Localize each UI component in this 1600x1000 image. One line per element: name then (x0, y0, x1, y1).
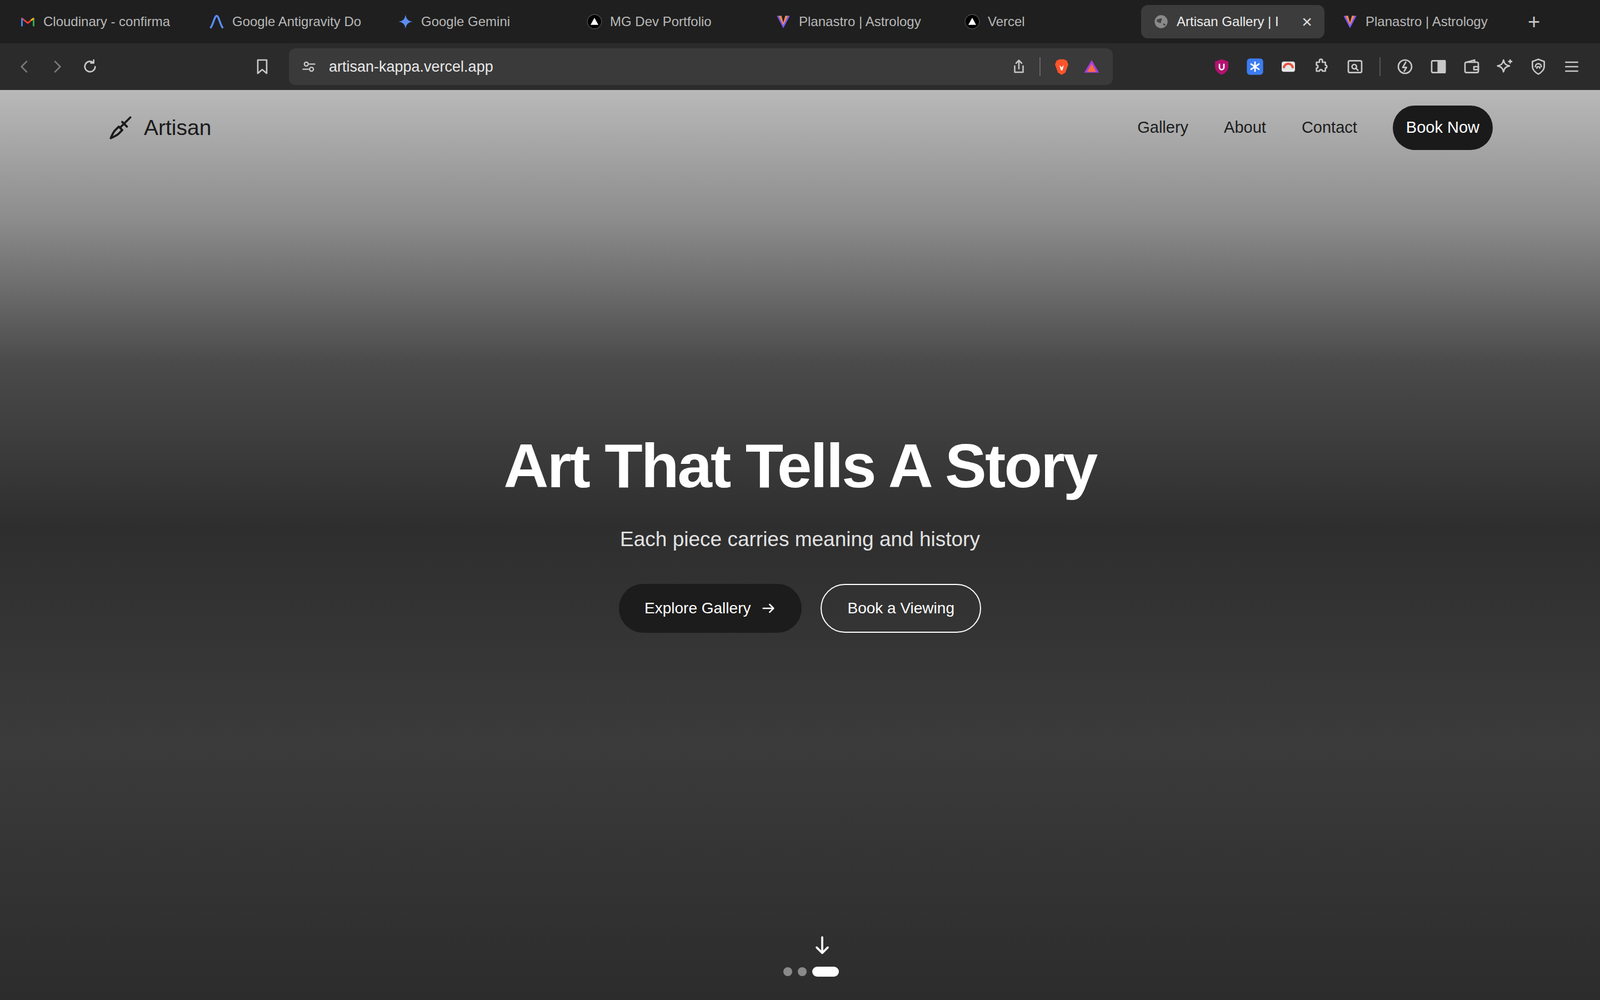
paintbrush-icon (107, 113, 135, 142)
nav-link[interactable]: Contact (1301, 115, 1358, 140)
globe-favicon-icon (1153, 13, 1169, 30)
antigravity-favicon-icon (208, 13, 225, 30)
menu-icon[interactable] (1562, 57, 1581, 76)
close-tab-button[interactable]: × (1301, 12, 1313, 31)
bookmark-icon[interactable] (253, 57, 272, 76)
brave-rewards-icon[interactable] (1082, 57, 1101, 76)
nav-link[interactable]: Gallery (1137, 115, 1189, 140)
ai-sparkle-icon[interactable] (1496, 57, 1514, 76)
book-viewing-button[interactable]: Book a Viewing (820, 583, 982, 633)
sidebar-icon[interactable] (1429, 57, 1448, 76)
browser-tab[interactable]: Artisan Gallery | I × (1141, 5, 1325, 39)
vercel-favicon-icon (586, 13, 603, 30)
leo-icon[interactable] (1396, 57, 1414, 76)
brave-shields-icon[interactable] (1052, 57, 1071, 76)
tab-label: Google Antigravity Do (232, 11, 368, 32)
gemini-favicon-icon (397, 13, 414, 30)
planastro-favicon-icon (775, 13, 792, 30)
vpn-shield-icon[interactable] (1529, 57, 1548, 76)
hero: Art That Tells A Story Each piece carries… (0, 90, 1600, 1000)
tab-label: Vercel (987, 11, 1124, 32)
hero-subtitle: Each piece carries meaning and history (620, 523, 980, 555)
gmail-favicon-icon (20, 13, 36, 30)
nav-link[interactable]: About (1223, 115, 1267, 140)
logo-text: Artisan (143, 111, 212, 145)
web-page: ArtisanGalleryAboutContactBook NowArt Th… (0, 90, 1600, 1000)
reload-icon[interactable] (81, 57, 99, 76)
button-label: Book a Viewing (847, 596, 955, 620)
wallet-icon[interactable] (1462, 57, 1481, 76)
divider (1379, 57, 1381, 77)
hero-buttons: Explore Gallery Book a Viewing (618, 583, 982, 633)
address-bar[interactable]: artisan-kappa.vercel.app (288, 48, 1113, 85)
browser-tab[interactable]: MG Dev Portfolio (574, 5, 758, 39)
browser-tab[interactable]: Cloudinary - confirma (7, 5, 192, 39)
site-logo[interactable]: Artisan (107, 111, 212, 145)
explore-gallery-button[interactable]: Explore Gallery (618, 583, 802, 633)
scroll-indicator (766, 934, 856, 977)
reader-icon[interactable] (1346, 57, 1364, 76)
browser-tab[interactable]: Planastro | Astrology (1330, 5, 1514, 39)
ublock-icon[interactable] (1212, 57, 1231, 76)
snowflake-ext-icon[interactable] (1246, 57, 1264, 76)
tab-bar: Cloudinary - confirma Google Antigravity … (0, 0, 1600, 44)
toolbar: artisan-kappa.vercel.app (0, 43, 1600, 90)
site-settings-icon[interactable] (301, 58, 317, 75)
back-icon[interactable] (15, 57, 34, 76)
new-tab-button[interactable]: + (1527, 11, 1540, 33)
nav-links: Gallery About Contact Book Now (1137, 105, 1493, 150)
carousel-dot[interactable] (783, 967, 793, 977)
carousel-dot[interactable] (812, 966, 839, 977)
book-now-button[interactable]: Book Now (1392, 105, 1493, 150)
tab-label: Planastro | Astrology (1365, 11, 1502, 32)
carousel-dots (783, 966, 839, 977)
tab-label: Google Gemini (421, 11, 557, 32)
tab-label: Planastro | Astrology (798, 11, 935, 32)
tab-label: Cloudinary - confirma (43, 11, 179, 32)
divider (1039, 57, 1041, 77)
planastro-favicon-icon (1342, 13, 1358, 30)
carousel-dot[interactable] (797, 967, 807, 977)
browser-tab[interactable]: Planastro | Astrology (763, 5, 947, 39)
site-nav: Artisan Gallery About Contact Book Now (0, 90, 1600, 166)
nav-buttons (0, 57, 289, 76)
forward-icon[interactable] (48, 57, 67, 76)
hero-title: Art That Tells A Story (503, 435, 1097, 498)
url-text[interactable]: artisan-kappa.vercel.app (328, 55, 999, 79)
button-label: Explore Gallery (644, 596, 751, 620)
browser-tab[interactable]: Google Gemini (385, 5, 569, 39)
arrow-down-icon[interactable] (811, 934, 834, 957)
tab-label: Artisan Gallery | I (1176, 11, 1294, 32)
tab-label: MG Dev Portfolio (610, 11, 746, 32)
browser-tab[interactable]: Google Antigravity Do (196, 5, 380, 39)
extensions-icon[interactable] (1312, 57, 1331, 76)
browser-tab[interactable]: Vercel (952, 5, 1136, 39)
share-icon[interactable] (1010, 58, 1028, 75)
vercel-favicon-icon (964, 13, 980, 30)
color-picker-icon[interactable] (1279, 57, 1298, 76)
extensions-bar (1212, 57, 1581, 77)
arrow-right-icon (760, 600, 777, 617)
